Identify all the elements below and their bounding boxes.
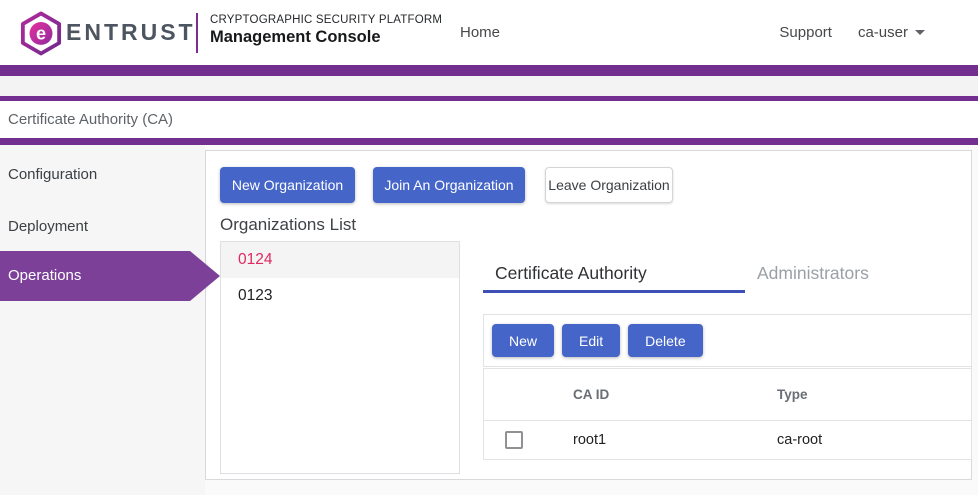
sidebar-item-operations[interactable]: Operations xyxy=(0,251,220,301)
ca-id-column-header: CA ID xyxy=(573,387,777,402)
sub-header-strip xyxy=(0,76,978,96)
nav-support-link[interactable]: Support xyxy=(779,24,832,41)
sidebar-item-configuration[interactable]: Configuration xyxy=(0,160,205,190)
org-list-item-0124[interactable]: 0124 xyxy=(221,242,459,278)
ca-delete-button[interactable]: Delete xyxy=(628,324,702,357)
brand-divider xyxy=(196,13,198,53)
platform-title: CRYPTOGRAPHIC SECURITY PLATFORM xyxy=(210,14,442,26)
ca-table: CA ID Type root1 ca-root xyxy=(483,368,972,460)
tab-administrators[interactable]: Administrators xyxy=(757,257,927,293)
leave-organization-button[interactable]: Leave Organization xyxy=(545,167,673,203)
user-menu-dropdown[interactable]: ca-user xyxy=(858,24,925,41)
nav-home-link[interactable]: Home xyxy=(460,0,500,65)
ca-edit-button[interactable]: Edit xyxy=(562,324,620,357)
tab-certificate-authority[interactable]: Certificate Authority xyxy=(483,257,745,293)
sidebar xyxy=(0,145,205,495)
ca-id-cell: root1 xyxy=(573,432,777,448)
table-row[interactable]: root1 ca-root xyxy=(484,421,971,459)
ca-table-header: CA ID Type xyxy=(484,369,971,421)
sidebar-item-deployment[interactable]: Deployment xyxy=(0,212,205,242)
breadcrumb: Certificate Authority (CA) xyxy=(8,101,173,138)
entrust-logo-icon: e xyxy=(20,10,62,56)
brand-wordmark: ENTRUST xyxy=(66,0,196,65)
type-column-header: Type xyxy=(777,387,971,402)
organizations-list-title: Organizations List xyxy=(220,215,356,235)
section-purple-bar xyxy=(0,138,978,145)
type-cell: ca-root xyxy=(777,432,971,448)
org-list-item-0123[interactable]: 0123 xyxy=(221,278,459,314)
new-organization-button[interactable]: New Organization xyxy=(220,167,355,203)
top-purple-bar xyxy=(0,65,978,76)
user-menu-label: ca-user xyxy=(858,24,908,41)
header-right-nav: Support ca-user xyxy=(779,0,925,65)
ca-toolbar: New Edit Delete xyxy=(483,314,972,367)
console-title: Management Console xyxy=(210,28,381,47)
join-organization-button[interactable]: Join An Organization xyxy=(373,167,525,203)
row-checkbox[interactable] xyxy=(505,431,523,449)
app-header: e ENTRUST CRYPTOGRAPHIC SECURITY PLATFOR… xyxy=(0,0,978,65)
ca-new-button[interactable]: New xyxy=(492,324,554,357)
caret-down-icon xyxy=(915,30,925,35)
svg-text:e: e xyxy=(36,24,46,44)
organizations-list: 0124 0123 xyxy=(220,241,460,474)
